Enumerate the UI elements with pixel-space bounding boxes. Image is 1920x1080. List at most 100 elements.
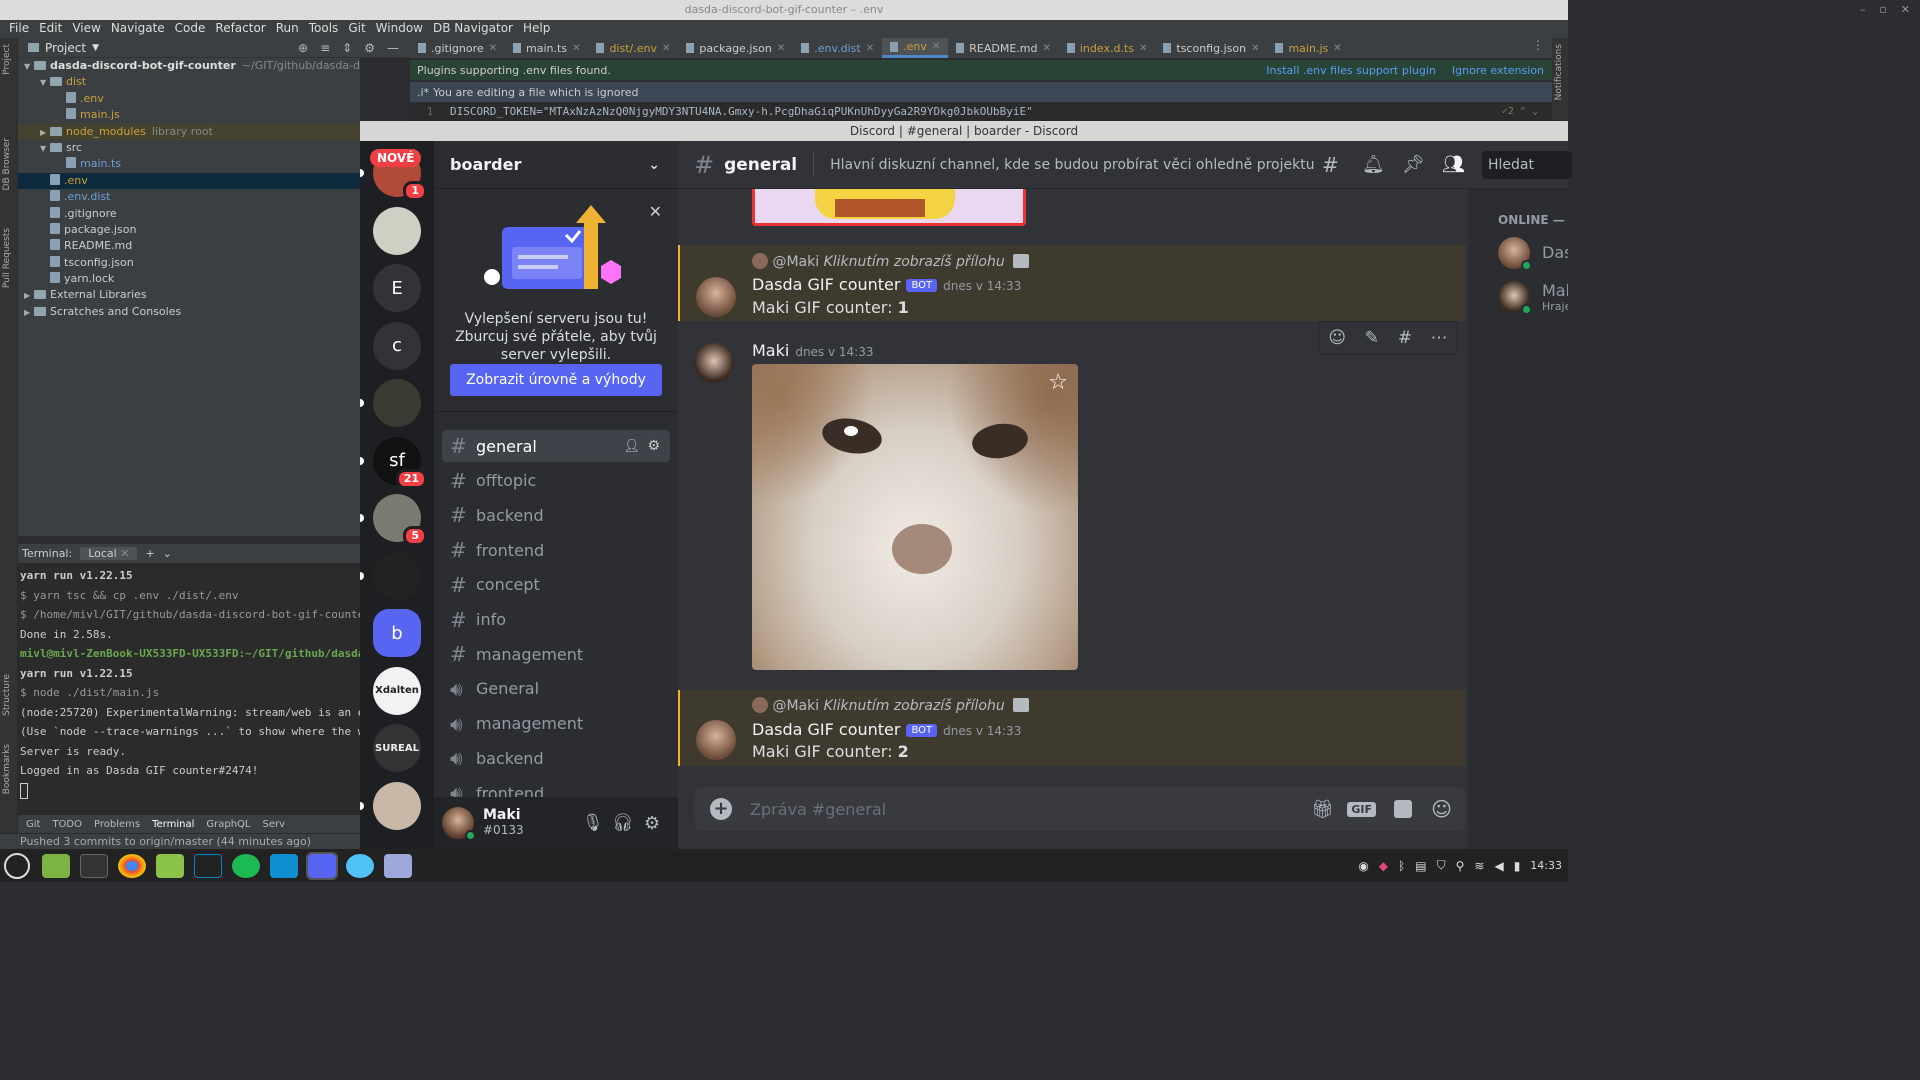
wifi-icon[interactable]: ≋ (1474, 859, 1484, 873)
tree-folder[interactable]: ▶ Scratches and Consoles (18, 304, 360, 320)
invite-icon[interactable]: 👤︎ (623, 439, 640, 454)
menu-window[interactable]: Window (371, 20, 428, 38)
menu-run[interactable]: Run (271, 20, 304, 38)
menu-code[interactable]: Code (170, 20, 211, 38)
reply-mention[interactable]: @Maki (772, 698, 819, 714)
channel-text-backend[interactable]: # backend (442, 499, 670, 531)
discord-icon[interactable] (306, 851, 338, 880)
shield-icon[interactable]: ⛉ (1437, 858, 1446, 873)
favorite-star-icon[interactable]: ☆ (1048, 370, 1068, 395)
emoji-icon[interactable]: ☺ (1431, 797, 1452, 821)
inspection-checks[interactable]: ✓2 ⌃ ⌄ (1502, 103, 1538, 121)
chevron-down-icon[interactable]: ▼ (92, 43, 99, 53)
minimize-icon[interactable]: – (1860, 0, 1866, 20)
add-terminal-icon[interactable]: + (145, 547, 154, 560)
add-attachment-icon[interactable]: + (710, 798, 732, 820)
terminal-icon[interactable] (80, 853, 108, 878)
menu-file[interactable]: File (4, 20, 34, 38)
bluetooth-icon[interactable]: ᛒ (1398, 859, 1405, 873)
close-icon[interactable]: ✕ (1139, 43, 1147, 54)
tree-folder[interactable]: ▼ src (18, 140, 360, 156)
editor-tab[interactable]: main.js ✕ (1267, 38, 1349, 58)
member-list-icon[interactable]: 👥︎ (1442, 154, 1465, 175)
tool-tab-todo[interactable]: TODO (52, 819, 82, 830)
expand-icon[interactable]: ≡ (320, 41, 330, 55)
close-icon[interactable]: ✕ (866, 43, 874, 54)
avatar[interactable] (442, 807, 476, 841)
threads-icon[interactable]: # (1322, 153, 1339, 177)
editor-tab[interactable]: package.json ✕ (678, 38, 793, 58)
tree-folder[interactable]: ▶ External Libraries (18, 287, 360, 303)
tree-file[interactable]: yarn.lock (18, 271, 360, 287)
tree-file[interactable]: .gitignore (18, 206, 360, 222)
chevron-right-icon[interactable]: ▶ (40, 125, 50, 141)
tree-file[interactable]: main.js (18, 107, 360, 123)
tool-tab-serv[interactable]: Serv (263, 819, 286, 830)
server-icon[interactable] (373, 781, 421, 830)
server-header[interactable]: boarder ⌄ (434, 141, 678, 189)
tool-tab-git[interactable]: Git (26, 819, 40, 830)
message-input-placeholder[interactable]: Zpráva #general (750, 800, 886, 819)
microphone-icon[interactable]: 🎙︎ (582, 813, 604, 833)
message-author[interactable]: Dasda GIF counter (752, 720, 900, 739)
close-icon[interactable]: ✕ (1333, 43, 1341, 54)
close-icon[interactable]: ✕ (1901, 0, 1910, 20)
message-composer[interactable]: + Zpráva #general 🎁︎ GIF ☺ (694, 787, 1466, 831)
bot-message-1[interactable]: @Maki Kliknutím zobrazíš přílohu Dasda G… (678, 245, 1466, 321)
tree-file[interactable]: tsconfig.json (18, 255, 360, 271)
spotify-icon[interactable] (232, 853, 260, 878)
tree-folder[interactable]: ▼ dist (18, 74, 360, 90)
member-item[interactable]: Mak Hraje (1498, 281, 1568, 315)
mail-icon[interactable] (346, 853, 374, 878)
menu-db-navigator[interactable]: DB Navigator (428, 20, 518, 38)
close-icon[interactable]: ✕ (1042, 43, 1050, 54)
previous-gif-attachment[interactable] (752, 189, 1026, 226)
chevron-down-icon[interactable]: ▼ (40, 141, 50, 157)
close-icon[interactable]: ✕ (489, 43, 497, 54)
menu-help[interactable]: Help (518, 20, 555, 38)
hide-icon[interactable]: — (387, 41, 399, 55)
server-icon[interactable]: 5 (373, 494, 427, 546)
editor-tab[interactable]: main.ts ✕ (505, 38, 588, 58)
maximize-icon[interactable]: ▫ (1879, 0, 1886, 20)
chevron-down-icon[interactable]: ▼ (40, 75, 50, 91)
close-icon[interactable]: ✕ (649, 202, 662, 221)
editor-tab[interactable]: .env ✕ (882, 38, 949, 58)
terminal-cursor[interactable] (20, 782, 28, 799)
code-line[interactable]: DISCORD_TOKEN="MTAxNzAzNzQ0NjgyMDY3NTU4N… (450, 105, 1033, 118)
webstorm-icon[interactable] (270, 853, 298, 878)
channel-text-info[interactable]: # info (442, 604, 670, 636)
pull-requests-tool-label[interactable]: Pull Requests (2, 228, 12, 288)
tree-folder[interactable]: ▼ dasda-discord-bot-gif-counter ~/GIT/gith… (18, 58, 360, 74)
tree-folder[interactable]: ▶ node_modules library root (18, 123, 360, 141)
jetbrains-tray-icon[interactable]: ◆ (1379, 859, 1388, 873)
chevron-right-icon[interactable]: ▶ (24, 305, 34, 321)
chevron-down-icon[interactable]: ⌄ (163, 547, 172, 560)
channel-voice-general[interactable]: 🔊︎ General (442, 673, 670, 705)
close-icon[interactable]: ✕ (777, 43, 785, 54)
project-tool-label[interactable]: Project (2, 44, 12, 75)
channel-topic[interactable]: Hlavní diskuzní channel, kde se budou pr… (830, 157, 1316, 173)
files-icon[interactable] (42, 853, 70, 878)
menu-refactor[interactable]: Refactor (210, 20, 270, 38)
discord-tray-icon[interactable]: ◉ (1358, 859, 1368, 873)
tree-file[interactable]: .env (18, 91, 360, 107)
close-icon[interactable]: ✕ (662, 43, 670, 54)
reply-mention[interactable]: @Maki (772, 254, 819, 270)
server-icon[interactable] (373, 206, 421, 255)
headphones-icon[interactable]: 🎧︎ (612, 813, 634, 833)
user-avatar[interactable] (694, 343, 734, 383)
server-icon[interactable]: SUREAL (373, 724, 421, 772)
volume-icon[interactable]: ◀ (1494, 859, 1503, 873)
chevron-down-icon[interactable]: ▼ (24, 59, 34, 75)
sticker-icon[interactable] (1394, 800, 1412, 818)
show-tiers-button[interactable]: Zobrazit úrovně a výhody (450, 364, 662, 396)
server-icon[interactable] (373, 379, 421, 427)
server-icon[interactable] (373, 551, 421, 600)
editor-tab[interactable]: tsconfig.json ✕ (1155, 38, 1267, 58)
bot-message-2[interactable]: @Maki Kliknutím zobrazíš přílohu Dasda G… (678, 690, 1466, 766)
channel-text-offtopic[interactable]: # offtopic (442, 465, 670, 497)
message-author[interactable]: Dasda GIF counter (752, 275, 900, 294)
settings-gear-icon[interactable]: ⚙ (644, 813, 660, 834)
close-icon[interactable]: ✕ (572, 43, 580, 54)
